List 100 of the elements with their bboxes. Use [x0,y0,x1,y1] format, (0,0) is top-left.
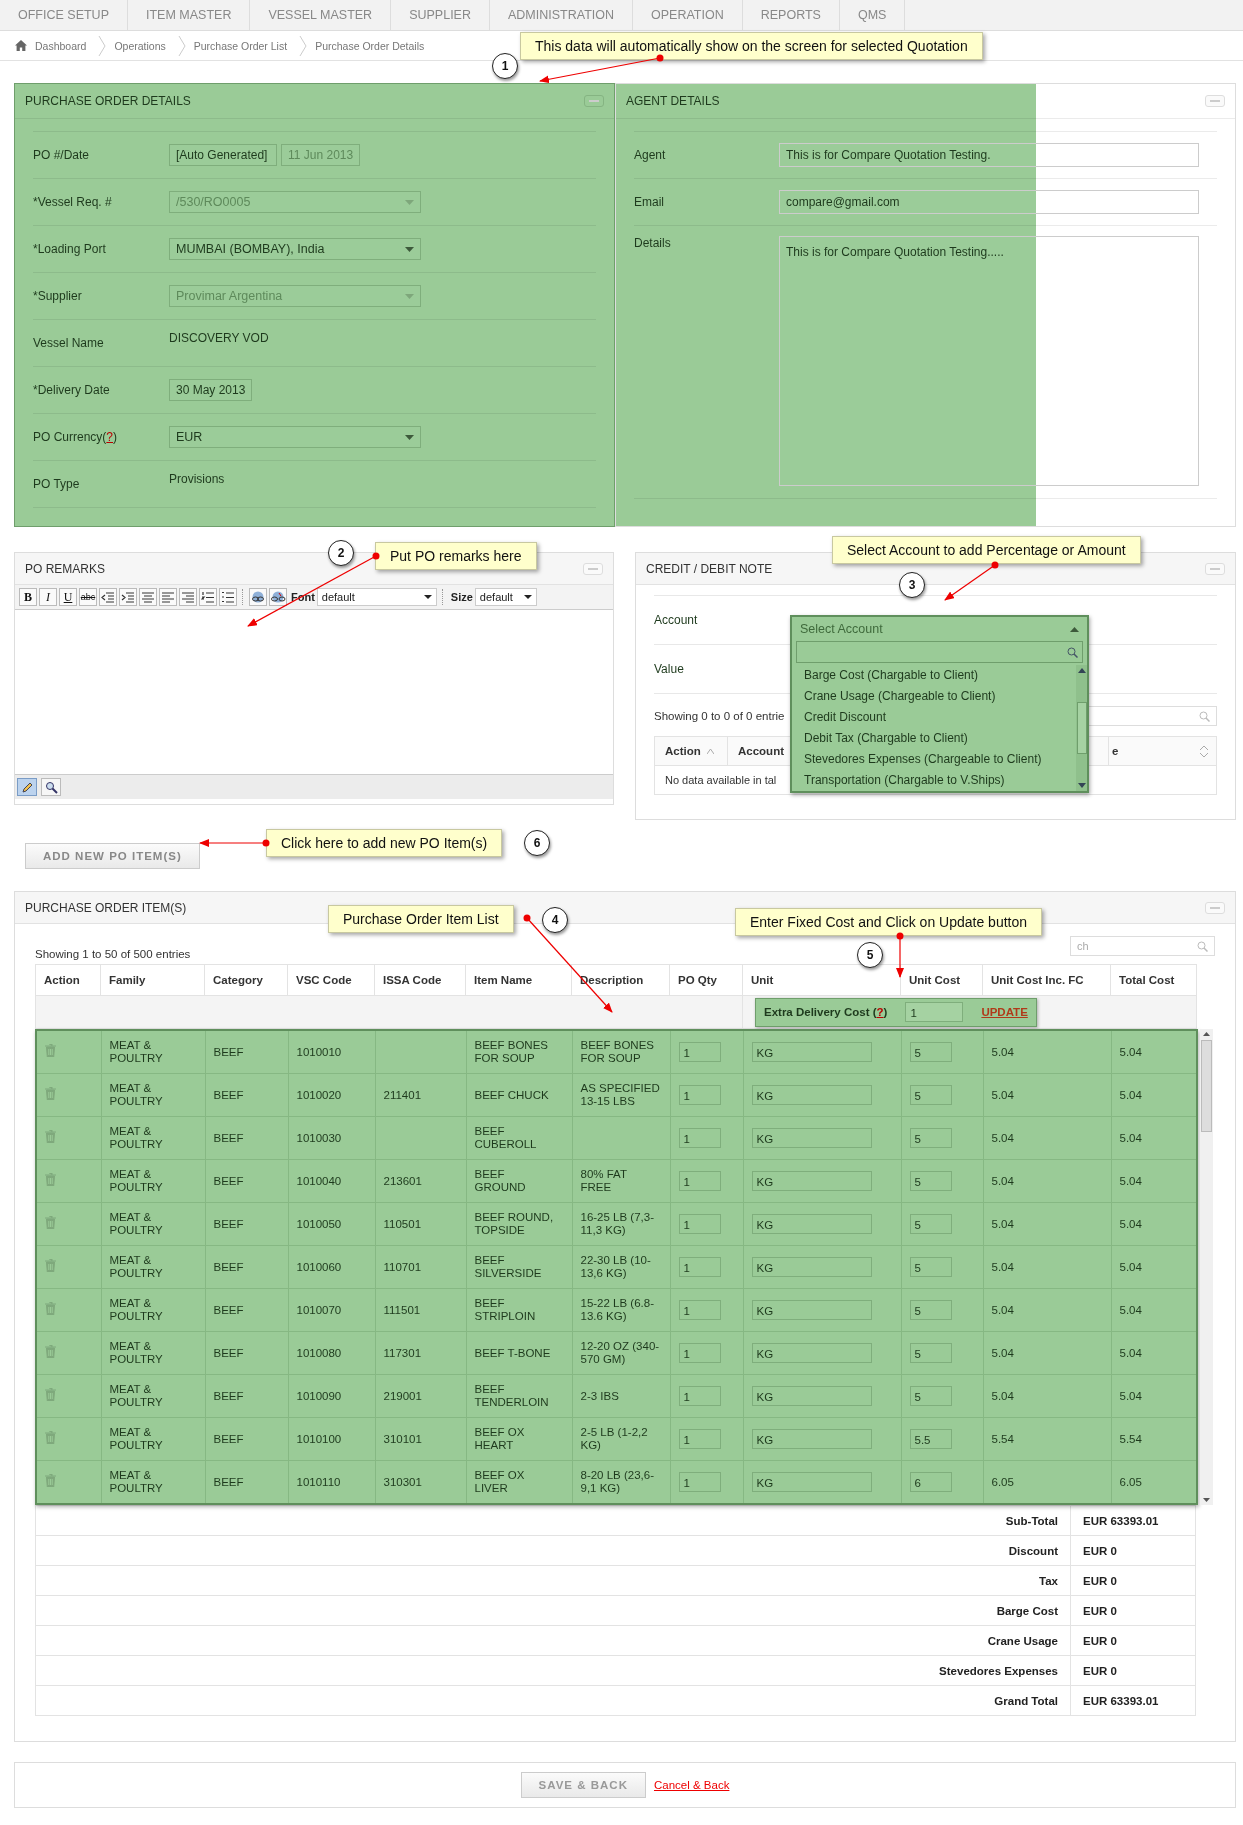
cost-input[interactable]: 5.5 [909,1429,952,1449]
dropdown-option[interactable]: Crane Usage (Chargeable to Client) [792,686,1076,707]
cost-input[interactable]: 6 [909,1472,952,1492]
text-field[interactable]: This is for Compare Quotation Testing. [779,143,1199,167]
scroll-down-icon[interactable] [1077,783,1086,788]
quantity-input[interactable]: 1 [678,1085,721,1105]
column-header[interactable]: ISSA Code [374,964,466,996]
dropdown-option[interactable]: Credit Discount [792,707,1076,728]
text-field[interactable]: compare@gmail.com [779,190,1199,214]
quantity-input[interactable]: 1 [678,1386,721,1406]
unit-input[interactable]: KG [751,1171,872,1191]
column-header[interactable]: Action [654,736,728,766]
quantity-input[interactable]: 1 [678,1472,721,1492]
font-dropdown[interactable]: default [316,588,437,606]
cost-input[interactable]: 1 [905,1002,964,1022]
trash-icon[interactable] [45,1044,56,1057]
text-area[interactable]: This is for Compare Quotation Testing..... [779,236,1199,486]
breadcrumb-link[interactable]: Purchase Order Details [315,39,425,52]
unit-input[interactable]: KG [751,1128,872,1148]
trash-icon[interactable] [45,1474,56,1487]
dropdown-option[interactable]: Debit Tax (Chargable to Client) [792,728,1076,749]
search-icon[interactable] [1067,646,1078,658]
trash-icon[interactable] [45,1259,56,1272]
trash-icon[interactable] [45,1130,56,1143]
collapse-button[interactable] [584,95,604,107]
scrollbar[interactable] [1076,665,1087,791]
scrollbar[interactable] [1200,1029,1213,1505]
trash-icon[interactable] [45,1302,56,1315]
trash-icon[interactable] [45,1345,56,1358]
cost-input[interactable]: 5 [909,1042,952,1062]
quantity-input[interactable]: 1 [678,1257,721,1277]
help-link[interactable]: ? [876,1006,884,1018]
unit-input[interactable]: KG [751,1343,872,1363]
trash-icon[interactable] [45,1216,56,1229]
quantity-input[interactable]: 1 [678,1429,721,1449]
column-header[interactable]: e [1108,736,1217,766]
scroll-up-icon[interactable] [1203,1032,1210,1036]
caret-icon[interactable] [523,595,532,599]
column-header[interactable]: VSC Code [287,964,375,996]
quantity-input[interactable]: 1 [678,1171,721,1191]
cost-input[interactable]: 5 [909,1300,952,1320]
dropdown-option[interactable]: Transportation (Chargable to V.Ships) [792,770,1076,791]
format-button[interactable]: I [39,588,57,606]
cost-input[interactable]: 5 [909,1171,952,1191]
column-header[interactable]: Total Cost [1110,964,1197,996]
unit-input[interactable]: KG [751,1472,872,1492]
column-header[interactable]: PO Qty [669,964,743,996]
help-link[interactable]: ? [106,430,114,444]
column-header[interactable]: Unit Cost Inc. FC [982,964,1111,996]
scroll-up-icon[interactable] [1077,668,1086,673]
trash-icon[interactable] [45,1173,56,1186]
cost-input[interactable]: 5 [909,1085,952,1105]
format-button[interactable]: abc [79,588,97,606]
quantity-input[interactable]: 1 [678,1300,721,1320]
unit-input[interactable]: KG [751,1300,872,1320]
dropdown-field[interactable]: EUR [169,426,421,448]
dropdown-search-field[interactable] [796,641,1083,663]
cost-input[interactable]: 5 [909,1257,952,1277]
cost-input[interactable]: 5 [909,1386,952,1406]
column-header[interactable]: Item Name [465,964,572,996]
cancel-link[interactable]: Cancel & Back [653,1779,730,1791]
unit-input[interactable]: KG [751,1257,872,1277]
quantity-input[interactable]: 1 [678,1128,721,1148]
dropdown-option[interactable]: Barge Cost (Chargable to Client) [792,665,1076,686]
unit-input[interactable]: KG [751,1214,872,1234]
scroll-down-icon[interactable] [1203,1498,1210,1502]
scroll-thumb[interactable] [1201,1040,1212,1132]
sort-icon[interactable] [1200,746,1208,757]
trash-icon[interactable] [45,1431,56,1444]
date-field[interactable]: 30 May 2013 [169,379,253,401]
unit-input[interactable]: KG [751,1429,872,1449]
quantity-input[interactable]: 1 [678,1214,721,1234]
search-icon[interactable] [1199,710,1210,722]
size-dropdown[interactable]: default [474,588,537,606]
scroll-thumb[interactable] [1076,702,1087,754]
unit-input[interactable]: KG [751,1042,872,1062]
breadcrumb-link[interactable]: Dashboard [35,39,87,52]
dropdown-field[interactable]: MUMBAI (BOMBAY), India [169,238,421,260]
column-header[interactable]: Family [100,964,205,996]
quantity-input[interactable]: 1 [678,1042,721,1062]
trash-icon[interactable] [45,1087,56,1100]
cost-input[interactable]: 5 [909,1214,952,1234]
breadcrumb-link[interactable]: Operations [114,39,166,52]
unit-input[interactable]: KG [751,1085,872,1105]
cost-input[interactable]: 5 [909,1128,952,1148]
account-dropdown[interactable] [790,615,1089,793]
search-icon[interactable] [1197,940,1208,952]
format-button[interactable]: B [19,588,37,606]
cost-input[interactable]: 5 [909,1343,952,1363]
quantity-input[interactable]: 1 [678,1343,721,1363]
text-field[interactable]: [Auto Generated] [169,144,277,166]
column-header[interactable]: Action [35,964,101,996]
column-header[interactable]: Unit Cost [900,964,983,996]
format-button[interactable]: U [59,588,77,606]
caret-icon[interactable] [423,595,432,599]
column-header[interactable]: Category [204,964,288,996]
trash-icon[interactable] [45,1388,56,1401]
unit-input[interactable]: KG [751,1386,872,1406]
breadcrumb-link[interactable]: Purchase Order List [193,39,288,52]
sort-icon[interactable] [706,749,714,755]
